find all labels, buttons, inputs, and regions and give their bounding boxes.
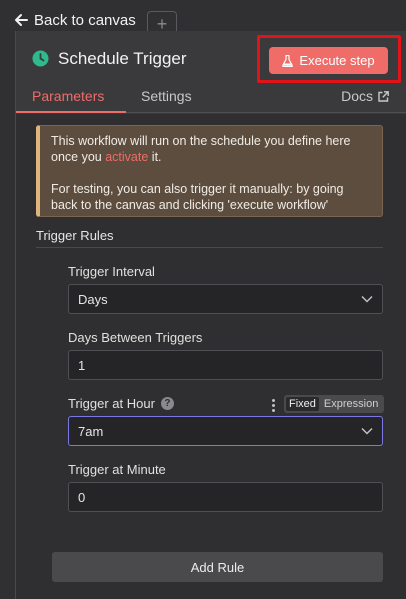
panel-header: Schedule Trigger Execute step xyxy=(16,31,406,83)
help-icon[interactable]: ? xyxy=(160,397,174,410)
mode-fixed-option[interactable]: Fixed xyxy=(286,397,319,411)
trigger-hour-select[interactable]: 7am xyxy=(68,416,383,446)
trigger-hour-label: Trigger at Hour ? xyxy=(68,396,174,411)
parameters-content: This workflow will run on the schedule y… xyxy=(16,114,406,599)
notice-line-1: This workflow will run on the schedule y… xyxy=(51,133,372,165)
execute-step-label: Execute step xyxy=(299,53,375,68)
field-options-menu-icon[interactable] xyxy=(272,398,275,413)
chevron-down-icon xyxy=(361,295,373,303)
days-between-input[interactable]: 1 xyxy=(68,350,383,380)
trigger-minute-input[interactable]: 0 xyxy=(68,482,383,512)
trigger-minute-label: Trigger at Minute xyxy=(68,462,166,477)
days-between-label-text: Days Between Triggers xyxy=(68,330,203,345)
notice-text: This workflow will run on the schedule y… xyxy=(51,134,351,164)
active-tab-indicator xyxy=(16,111,126,113)
trigger-rules-title: Trigger Rules xyxy=(36,228,114,243)
arrow-left-icon xyxy=(15,14,28,26)
section-divider xyxy=(36,247,383,248)
add-rule-button[interactable]: Add Rule xyxy=(52,552,383,582)
flask-icon xyxy=(282,54,294,67)
back-to-canvas-label: Back to canvas xyxy=(34,11,136,29)
node-title: Schedule Trigger xyxy=(58,49,187,68)
days-between-label: Days Between Triggers xyxy=(68,330,202,345)
trigger-interval-label-text: Trigger Interval xyxy=(68,264,155,279)
trigger-minute-value: 0 xyxy=(78,489,86,505)
chevron-down-icon xyxy=(361,427,373,435)
activation-notice: This workflow will run on the schedule y… xyxy=(36,125,383,217)
clock-icon xyxy=(32,50,49,67)
panel-tabs: Parameters Settings Docs xyxy=(16,81,406,113)
trigger-minute-label-text: Trigger at Minute xyxy=(68,462,166,477)
trigger-hour-label-text: Trigger at Hour xyxy=(68,396,155,411)
external-link-icon xyxy=(378,90,389,102)
value-mode-toggle: Fixed Expression xyxy=(284,395,384,413)
back-to-canvas-link[interactable]: Back to canvas xyxy=(14,10,136,30)
trigger-interval-label: Trigger Interval xyxy=(68,264,155,279)
notice-text-end: it. xyxy=(148,150,162,164)
node-details-panel: Schedule Trigger Execute step Parameters… xyxy=(15,31,406,599)
trigger-interval-value: Days xyxy=(78,291,108,307)
trigger-hour-value: 7am xyxy=(78,423,104,439)
activate-link[interactable]: activate xyxy=(105,150,148,164)
tab-parameters[interactable]: Parameters xyxy=(32,88,104,104)
trigger-interval-select[interactable]: Days xyxy=(68,284,383,314)
execute-step-button[interactable]: Execute step xyxy=(269,47,388,74)
notice-line-2: For testing, you can also trigger it man… xyxy=(51,182,344,212)
days-between-value: 1 xyxy=(78,357,86,373)
docs-label: Docs xyxy=(341,88,373,104)
docs-link[interactable]: Docs xyxy=(341,88,389,104)
mode-expression-option[interactable]: Expression xyxy=(324,398,378,410)
tab-settings[interactable]: Settings xyxy=(141,88,192,104)
